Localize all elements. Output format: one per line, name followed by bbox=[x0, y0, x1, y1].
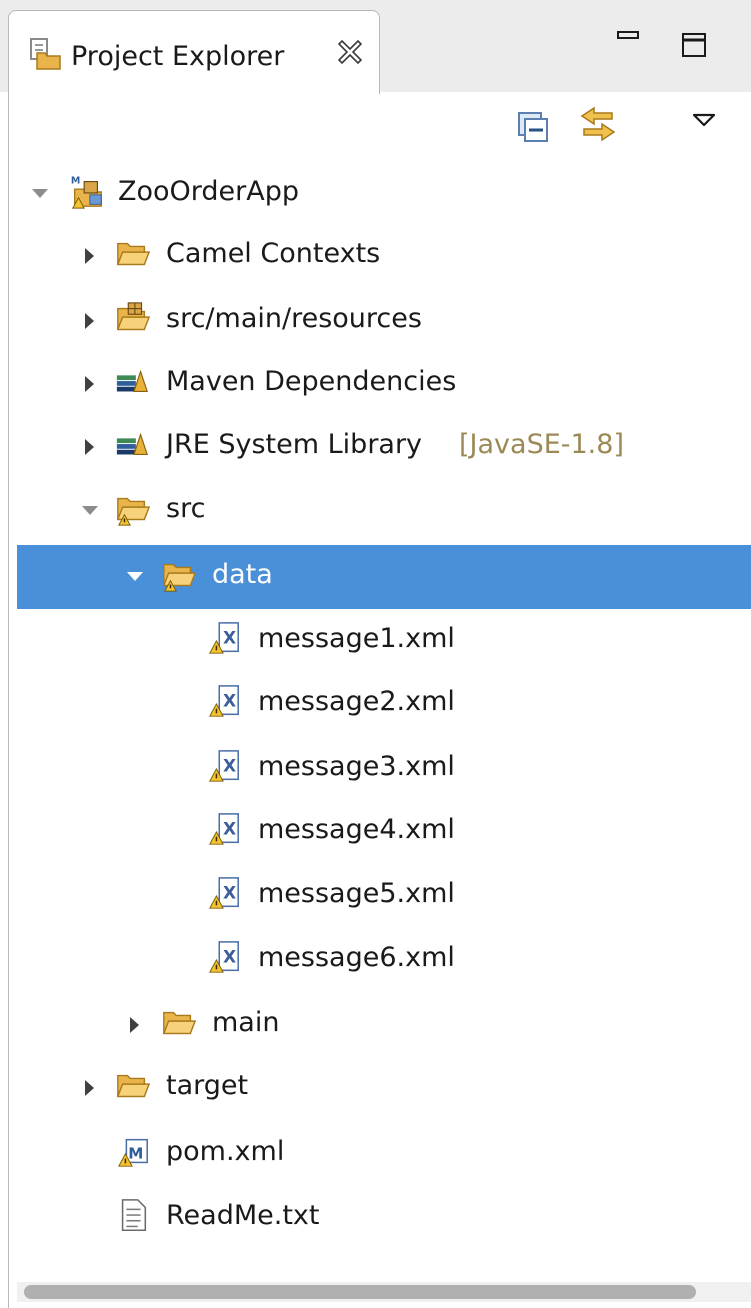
expanded-twisty-icon[interactable] bbox=[80, 501, 100, 521]
tree-item-label: message1.xml bbox=[258, 623, 455, 654]
folder-warning-icon bbox=[162, 563, 197, 592]
svg-text:X: X bbox=[223, 884, 236, 904]
tree-item-label: JRE System Library bbox=[166, 429, 423, 460]
tree-item[interactable]: Mpom.xml bbox=[17, 1122, 751, 1186]
folder-warning-icon bbox=[116, 497, 151, 526]
collapsed-twisty-icon[interactable] bbox=[80, 437, 100, 457]
close-icon[interactable] bbox=[335, 37, 365, 67]
collapsed-twisty-icon[interactable] bbox=[125, 1015, 145, 1035]
tree-item-label: message3.xml bbox=[258, 751, 455, 782]
tree-item[interactable]: Xmessage4.xml bbox=[17, 800, 751, 864]
tree-item-label: message5.xml bbox=[258, 878, 455, 909]
maximize-icon[interactable] bbox=[678, 30, 710, 62]
tree-item[interactable]: Xmessage2.xml bbox=[17, 672, 751, 736]
minimize-icon[interactable] bbox=[612, 24, 644, 56]
tree-item-label: Maven Dependencies bbox=[166, 366, 457, 397]
tree-item-label: src bbox=[166, 493, 206, 524]
tree-item[interactable]: src/main/resources bbox=[17, 289, 751, 353]
tree-item-label: message2.xml bbox=[258, 686, 455, 717]
tree-item[interactable]: M ZooOrderApp bbox=[17, 162, 751, 226]
maven-pom-warning-icon: M bbox=[117, 1138, 148, 1167]
tree-item[interactable]: Xmessage6.xml bbox=[17, 928, 751, 992]
svg-text:M: M bbox=[71, 175, 80, 186]
view-menu-icon[interactable] bbox=[690, 110, 718, 130]
tree-item-label: src/main/resources bbox=[166, 303, 422, 334]
folder-icon bbox=[116, 1074, 151, 1098]
tree-item[interactable]: Xmessage1.xml bbox=[17, 609, 751, 673]
tree-item[interactable]: src bbox=[17, 479, 751, 543]
svg-text:X: X bbox=[223, 629, 236, 649]
tree-item[interactable]: Maven Dependencies bbox=[17, 352, 751, 416]
project-explorer-icon bbox=[30, 38, 61, 70]
tree-item-decoration: [JavaSE-1.8] bbox=[459, 429, 624, 460]
xml-file-warning-icon: X bbox=[208, 813, 239, 845]
tree-item-label: message6.xml bbox=[258, 942, 455, 973]
folder-icon bbox=[116, 242, 151, 266]
svg-text:X: X bbox=[223, 948, 236, 968]
svg-text:X: X bbox=[223, 757, 236, 777]
tree-item[interactable]: data bbox=[17, 545, 751, 609]
svg-text:X: X bbox=[223, 820, 236, 840]
xml-file-warning-icon: X bbox=[208, 877, 239, 909]
collapsed-twisty-icon[interactable] bbox=[80, 374, 100, 394]
library-icon bbox=[116, 369, 148, 393]
tab-project-explorer[interactable]: Project Explorer bbox=[8, 10, 380, 94]
tree-item-label: message4.xml bbox=[258, 814, 455, 845]
tree-item[interactable]: Xmessage5.xml bbox=[17, 864, 751, 928]
tree-item[interactable]: Xmessage3.xml bbox=[17, 737, 751, 801]
tree-item[interactable]: target bbox=[17, 1056, 751, 1120]
svg-text:M: M bbox=[128, 1145, 143, 1163]
tree-item-label: Camel Contexts bbox=[166, 238, 381, 269]
project-explorer-view: Project Explorer M ZooOrderApp Camel Cont… bbox=[0, 0, 751, 1308]
collapsed-twisty-icon[interactable] bbox=[80, 246, 100, 266]
xml-file-warning-icon: X bbox=[208, 750, 239, 782]
tree-item[interactable]: Camel Contexts bbox=[17, 224, 751, 288]
xml-file-warning-icon: X bbox=[208, 941, 239, 973]
tree-item-label: ReadMe.txt bbox=[166, 1200, 320, 1231]
tree-item[interactable]: JRE System Library [JavaSE-1.8] bbox=[17, 415, 751, 479]
tree-item-label: pom.xml bbox=[166, 1136, 285, 1167]
source-folder-icon bbox=[116, 302, 151, 331]
collapsed-twisty-icon[interactable] bbox=[80, 311, 100, 331]
library-icon bbox=[116, 432, 148, 456]
tab-title: Project Explorer bbox=[71, 41, 285, 72]
xml-file-warning-icon: X bbox=[208, 685, 239, 717]
tree-item-label: target bbox=[166, 1070, 249, 1101]
expanded-twisty-icon[interactable] bbox=[125, 567, 145, 587]
folder-icon bbox=[162, 1011, 197, 1035]
svg-text:X: X bbox=[223, 692, 236, 712]
tree-item-label: data bbox=[212, 559, 273, 590]
collapsed-twisty-icon[interactable] bbox=[80, 1078, 100, 1098]
maven-project-icon: M bbox=[71, 175, 102, 209]
tree-item[interactable]: ReadMe.txt bbox=[17, 1186, 751, 1250]
link-with-editor-icon[interactable] bbox=[578, 104, 618, 144]
horizontal-scrollbar-thumb[interactable] bbox=[24, 1285, 696, 1299]
tree-item-label: ZooOrderApp bbox=[118, 176, 300, 207]
xml-file-warning-icon: X bbox=[208, 622, 239, 654]
collapse-all-icon[interactable] bbox=[516, 110, 550, 144]
tree-item[interactable]: main bbox=[17, 993, 751, 1057]
expanded-twisty-icon[interactable] bbox=[30, 184, 50, 204]
tree-item-label: main bbox=[212, 1007, 280, 1038]
text-file-icon bbox=[121, 1199, 147, 1231]
